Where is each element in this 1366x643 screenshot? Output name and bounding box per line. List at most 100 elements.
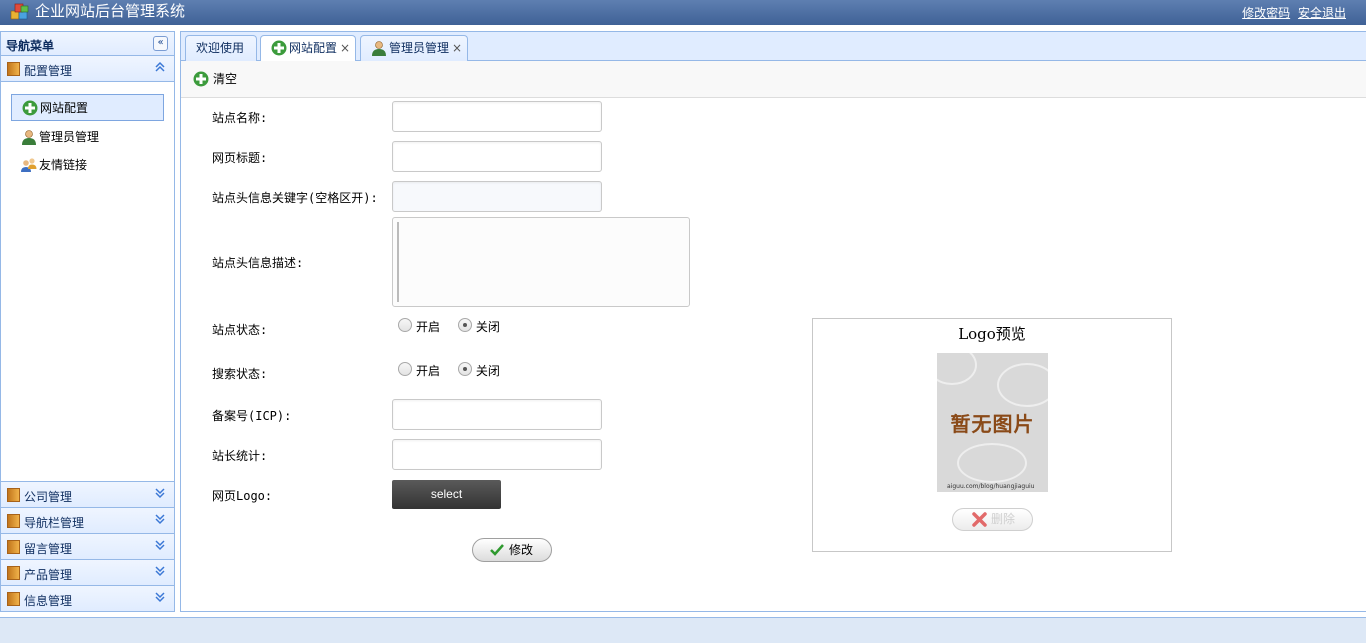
navigation-panel-title: 导航菜单: [6, 39, 55, 53]
tab-admin-management[interactable]: 管理员管理 ×: [360, 35, 468, 61]
chevron-down-icon[interactable]: [154, 564, 166, 581]
add-icon: [271, 40, 287, 56]
accordion-label: 产品管理: [24, 568, 73, 582]
delete-logo-button-label: 删除: [991, 512, 1016, 526]
site-name-label: 站点名称:: [212, 111, 268, 125]
folder-icon: [7, 488, 20, 502]
user-icon: [22, 130, 36, 145]
textarea-scroll-indicator: [397, 222, 399, 302]
accordion-collapsed-groups: 公司管理 导航栏管理 留言管理 产品管理 信息管理: [1, 481, 174, 611]
page-title-input[interactable]: [392, 141, 602, 172]
accordion-header-info[interactable]: 信息管理: [1, 585, 174, 611]
accordion-header-messages[interactable]: 留言管理: [1, 533, 174, 559]
tab-welcome[interactable]: 欢迎使用: [185, 35, 257, 61]
radio-label: 关闭: [475, 364, 500, 378]
search-status-closed-radio[interactable]: [457, 362, 472, 376]
clear-button-label: 清空: [213, 72, 238, 86]
search-status-label: 搜索状态:: [212, 367, 268, 381]
accordion-header-company[interactable]: 公司管理: [1, 481, 174, 507]
chevron-up-icon[interactable]: [154, 60, 166, 77]
accordion-header-products[interactable]: 产品管理: [1, 559, 174, 585]
tab-label: 管理员管理: [389, 41, 450, 55]
close-icon[interactable]: ×: [340, 36, 350, 60]
search-status-open-radio[interactable]: [398, 362, 412, 376]
logo-label: 网页Logo:: [212, 489, 273, 503]
clear-button[interactable]: 清空: [193, 69, 237, 89]
accordion-header-navbar[interactable]: 导航栏管理: [1, 507, 174, 533]
folder-icon: [7, 62, 20, 76]
accordion-label: 信息管理: [24, 594, 73, 608]
tab-label: 欢迎使用: [196, 41, 245, 55]
radio-label: 开启: [416, 320, 441, 334]
navigation-panel: 导航菜单 « 配置管理 网站配置 管理员管理 友情链接 公司管理 导航栏管理 留…: [0, 31, 175, 612]
app-footer: [0, 617, 1366, 643]
accordion-body-config: 网站配置 管理员管理 友情链接: [1, 82, 174, 482]
close-icon[interactable]: ×: [452, 36, 462, 60]
icp-label: 备案号(ICP):: [212, 409, 292, 423]
stats-input[interactable]: [392, 439, 602, 470]
change-password-link[interactable]: 修改密码: [1242, 6, 1290, 20]
accordion-label: 导航栏管理: [24, 516, 85, 530]
tab-label: 网站配置: [289, 41, 338, 55]
site-status-radio-group: 开启 关闭: [398, 318, 514, 335]
cubes-logo-icon: [10, 3, 29, 20]
tab-bar: 欢迎使用 网站配置 × 管理员管理 ×: [181, 32, 1366, 62]
submit-button[interactable]: 修改: [472, 538, 552, 562]
main-panel: 欢迎使用 网站配置 × 管理员管理 × 清空 站点名称: 网页标题: 站点头信息…: [180, 31, 1366, 612]
folder-icon: [7, 566, 20, 580]
add-icon: [22, 100, 38, 116]
no-image-placeholder: 暂无图片 aiguu.com/blog/huangjiaguiu: [937, 353, 1048, 492]
add-icon: [193, 71, 209, 87]
search-status-radio-group: 开启 关闭: [398, 362, 514, 379]
accordion-label: 配置管理: [24, 64, 73, 78]
keywords-label: 站点头信息关键字(空格区开):: [212, 191, 378, 205]
no-image-footer: aiguu.com/blog/huangjiaguiu: [947, 483, 1035, 490]
folder-icon: [7, 540, 20, 554]
description-label: 站点头信息描述:: [212, 256, 304, 270]
tab-site-config[interactable]: 网站配置 ×: [260, 35, 356, 62]
site-status-closed-radio[interactable]: [457, 318, 472, 332]
collapse-panel-button[interactable]: «: [153, 36, 168, 51]
site-name-input[interactable]: [392, 101, 602, 132]
folder-icon: [7, 514, 20, 528]
chevron-down-icon[interactable]: [154, 512, 166, 529]
cloud-pattern: [997, 363, 1048, 407]
logo-preview-box: Logo预览 暂无图片 aiguu.com/blog/huangjiaguiu …: [812, 318, 1172, 552]
check-icon: [490, 544, 504, 556]
radio-label: 开启: [416, 364, 441, 378]
cloud-pattern: [937, 353, 977, 385]
accordion-label: 留言管理: [24, 542, 73, 556]
user-icon: [372, 41, 386, 56]
menu-item-label: 网站配置: [40, 101, 89, 115]
cloud-pattern: [957, 443, 1027, 483]
folder-icon: [7, 592, 20, 606]
chevron-down-icon[interactable]: [154, 590, 166, 607]
logo-select-button[interactable]: select: [392, 480, 501, 509]
site-status-open-radio[interactable]: [398, 318, 412, 332]
app-header: 企业网站后台管理系统 修改密码 安全退出: [0, 0, 1366, 25]
accordion-label: 公司管理: [24, 490, 73, 504]
menu-item-site-config[interactable]: 网站配置: [11, 94, 164, 121]
chevron-down-icon[interactable]: [154, 486, 166, 503]
site-status-label: 站点状态:: [212, 323, 268, 337]
description-textarea[interactable]: [392, 217, 690, 307]
menu-item-label: 管理员管理: [39, 130, 100, 144]
accordion-header-config[interactable]: 配置管理: [1, 56, 174, 82]
menu-item-friend-links[interactable]: 友情链接: [11, 152, 164, 179]
delete-x-icon: [972, 512, 987, 527]
submit-button-label: 修改: [509, 543, 534, 557]
keywords-input[interactable]: [392, 181, 602, 212]
icp-input[interactable]: [392, 399, 602, 430]
users-icon: [21, 158, 37, 172]
menu-item-admin-management[interactable]: 管理员管理: [11, 124, 164, 151]
chevron-down-icon[interactable]: [154, 538, 166, 555]
stats-label: 站长统计:: [212, 449, 268, 463]
menu-item-label: 友情链接: [39, 158, 88, 172]
radio-label: 关闭: [475, 320, 500, 334]
logout-link[interactable]: 安全退出: [1298, 6, 1346, 20]
no-image-text: 暂无图片: [950, 412, 1035, 436]
delete-logo-button[interactable]: 删除: [952, 508, 1033, 531]
navigation-panel-header: 导航菜单 «: [1, 32, 174, 56]
toolbar: 清空: [181, 61, 1366, 98]
logo-preview-title: Logo预览: [958, 325, 1026, 343]
